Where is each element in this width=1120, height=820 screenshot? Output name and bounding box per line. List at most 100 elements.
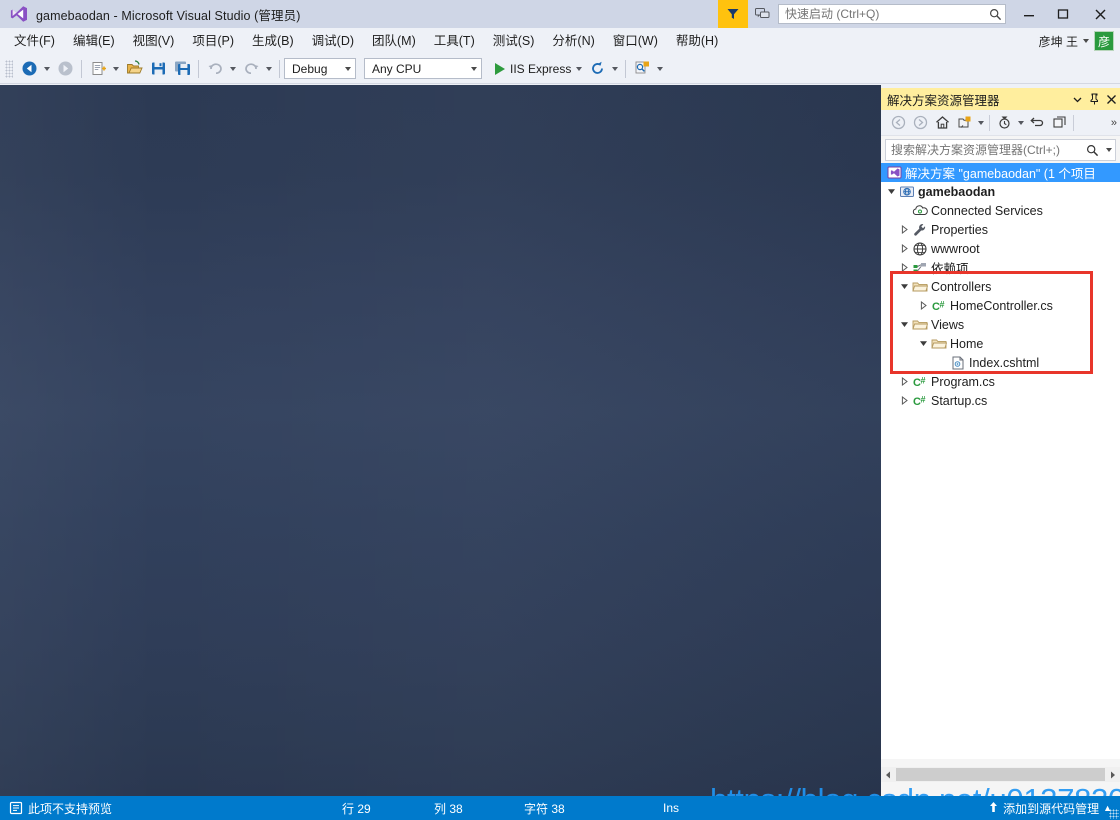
open-file-icon[interactable] — [122, 57, 146, 81]
expander-collapsed-icon[interactable] — [917, 296, 930, 315]
tree-row-homecontroller[interactable]: C # HomeController.cs — [881, 296, 1120, 315]
home-icon[interactable] — [931, 112, 953, 134]
expander-expanded-icon[interactable] — [898, 315, 911, 334]
tree-row-startup-cs[interactable]: C # Startup.cs — [881, 391, 1120, 410]
refresh-icon[interactable] — [1026, 112, 1048, 134]
menu-item-test[interactable]: 测试(S) — [484, 30, 544, 52]
menu-item-file[interactable]: 文件(F) — [5, 30, 64, 52]
expander-collapsed-icon[interactable] — [898, 391, 911, 410]
back-icon[interactable] — [887, 112, 909, 134]
find-in-files-icon[interactable] — [630, 57, 654, 81]
show-all-files-icon[interactable] — [993, 112, 1015, 134]
minimize-button[interactable] — [1012, 0, 1046, 28]
search-input[interactable] — [886, 143, 1082, 157]
undo-dropdown[interactable] — [227, 57, 239, 81]
standard-toolbar: Debug Any CPU IIS Express — [0, 54, 1120, 84]
tree-row-label: HomeController.cs — [950, 298, 1053, 313]
refresh-dropdown[interactable] — [609, 57, 621, 81]
scroll-right-arrow[interactable] — [1105, 767, 1120, 782]
menu-item-debug[interactable]: 调试(D) — [303, 30, 363, 52]
tree-row-wwwroot[interactable]: wwwroot — [881, 239, 1120, 258]
quick-launch-input[interactable] — [779, 7, 985, 21]
navigate-forward-icon[interactable] — [53, 57, 77, 81]
tree-row-home-folder[interactable]: Home — [881, 334, 1120, 353]
menu-item-help[interactable]: 帮助(H) — [667, 30, 727, 52]
funnel-icon[interactable] — [718, 0, 748, 28]
platform-combo[interactable]: Any CPU — [364, 58, 482, 79]
resize-grip[interactable] — [1109, 809, 1119, 819]
solution-explorer-toolbar: » — [881, 110, 1120, 136]
menu-item-edit[interactable]: 编辑(E) — [64, 30, 124, 52]
tree-row-solution[interactable]: 解决方案 "gamebaodan" (1 个项目 — [881, 163, 1120, 182]
menu-item-window[interactable]: 窗口(W) — [604, 30, 667, 52]
feedback-icon[interactable] — [748, 0, 776, 28]
run-target-dropdown[interactable] — [573, 57, 585, 81]
navigate-back-dropdown[interactable] — [41, 57, 53, 81]
toolbar-separator — [279, 59, 280, 78]
save-all-icon[interactable] — [170, 57, 194, 81]
expander-expanded-icon[interactable] — [898, 277, 911, 296]
undo-icon[interactable] — [203, 57, 227, 81]
tree-row-views[interactable]: Views — [881, 315, 1120, 334]
chevron-down-icon[interactable] — [1083, 39, 1089, 43]
search-options-icon[interactable] — [1102, 148, 1115, 152]
toolbar-grip[interactable] — [5, 59, 13, 78]
pending-changes-icon[interactable] — [953, 112, 975, 134]
redo-icon[interactable] — [239, 57, 263, 81]
quick-launch-box[interactable] — [778, 4, 1006, 24]
tree-row-project[interactable]: gamebaodan — [881, 182, 1120, 201]
start-debug-button[interactable]: IIS Express — [490, 57, 573, 81]
folder-icon — [911, 277, 929, 296]
tree-row-index-cshtml[interactable]: Index.cshtml — [881, 353, 1120, 372]
navigate-back-icon[interactable] — [17, 57, 41, 81]
dependencies-icon — [911, 258, 929, 277]
forward-icon[interactable] — [909, 112, 931, 134]
menu-item-team[interactable]: 团队(M) — [363, 30, 425, 52]
visual-studio-window: gamebaodan - Microsoft Visual Studio (管理… — [0, 0, 1120, 820]
solution-explorer-title-bar: 解决方案资源管理器 — [881, 88, 1120, 110]
show-all-files-dropdown[interactable] — [1015, 112, 1026, 134]
maximize-button[interactable] — [1046, 0, 1080, 28]
avatar[interactable]: 彦 — [1094, 31, 1114, 51]
solution-explorer-search[interactable] — [885, 139, 1116, 161]
close-button[interactable] — [1080, 0, 1120, 28]
close-icon[interactable] — [1103, 89, 1120, 109]
toolbar-overflow-icon[interactable]: » — [1111, 117, 1117, 129]
menu-item-build[interactable]: 生成(B) — [243, 30, 303, 52]
menu-item-view[interactable]: 视图(V) — [124, 30, 184, 52]
menu-item-project[interactable]: 项目(P) — [183, 30, 243, 52]
expander-expanded-icon[interactable] — [917, 334, 930, 353]
source-control-status[interactable]: 添加到源代码管理 ▲ — [988, 800, 1112, 817]
configuration-combo[interactable]: Debug — [284, 58, 356, 79]
collapse-all-icon[interactable] — [1048, 112, 1070, 134]
expander-collapsed-icon[interactable] — [898, 258, 911, 277]
account-area[interactable]: 彦坤 王 彦 — [1039, 28, 1114, 54]
solution-explorer-hscrollbar[interactable] — [881, 767, 1120, 782]
play-icon — [495, 62, 505, 75]
scroll-thumb[interactable] — [896, 768, 1105, 781]
tree-row-label: Program.cs — [931, 374, 995, 389]
expander-collapsed-icon[interactable] — [898, 372, 911, 391]
tree-row-controllers[interactable]: Controllers — [881, 277, 1120, 296]
tree-row-program-cs[interactable]: C # Program.cs — [881, 372, 1120, 391]
refresh-icon[interactable] — [585, 57, 609, 81]
tree-row-connected-services[interactable]: Connected Services — [881, 201, 1120, 220]
new-project-dropdown[interactable] — [110, 57, 122, 81]
menu-item-analyze[interactable]: 分析(N) — [543, 30, 603, 52]
toolbar-separator — [1073, 114, 1074, 131]
tree-row-properties[interactable]: Properties — [881, 220, 1120, 239]
redo-dropdown[interactable] — [263, 57, 275, 81]
tree-row-dependencies[interactable]: 依赖项 — [881, 258, 1120, 277]
pin-icon[interactable] — [1086, 89, 1103, 109]
toolbar-overflow-icon[interactable] — [654, 57, 666, 81]
expander-collapsed-icon[interactable] — [898, 220, 911, 239]
pending-changes-dropdown[interactable] — [975, 112, 986, 134]
expander-expanded-icon[interactable] — [885, 182, 898, 201]
save-icon[interactable] — [146, 57, 170, 81]
menu-item-tools[interactable]: 工具(T) — [425, 30, 484, 52]
panel-dropdown-icon[interactable] — [1069, 89, 1086, 109]
tree-row-label: Startup.cs — [931, 393, 988, 408]
expander-collapsed-icon[interactable] — [898, 239, 911, 258]
new-project-icon[interactable] — [86, 57, 110, 81]
scroll-left-arrow[interactable] — [881, 767, 896, 782]
